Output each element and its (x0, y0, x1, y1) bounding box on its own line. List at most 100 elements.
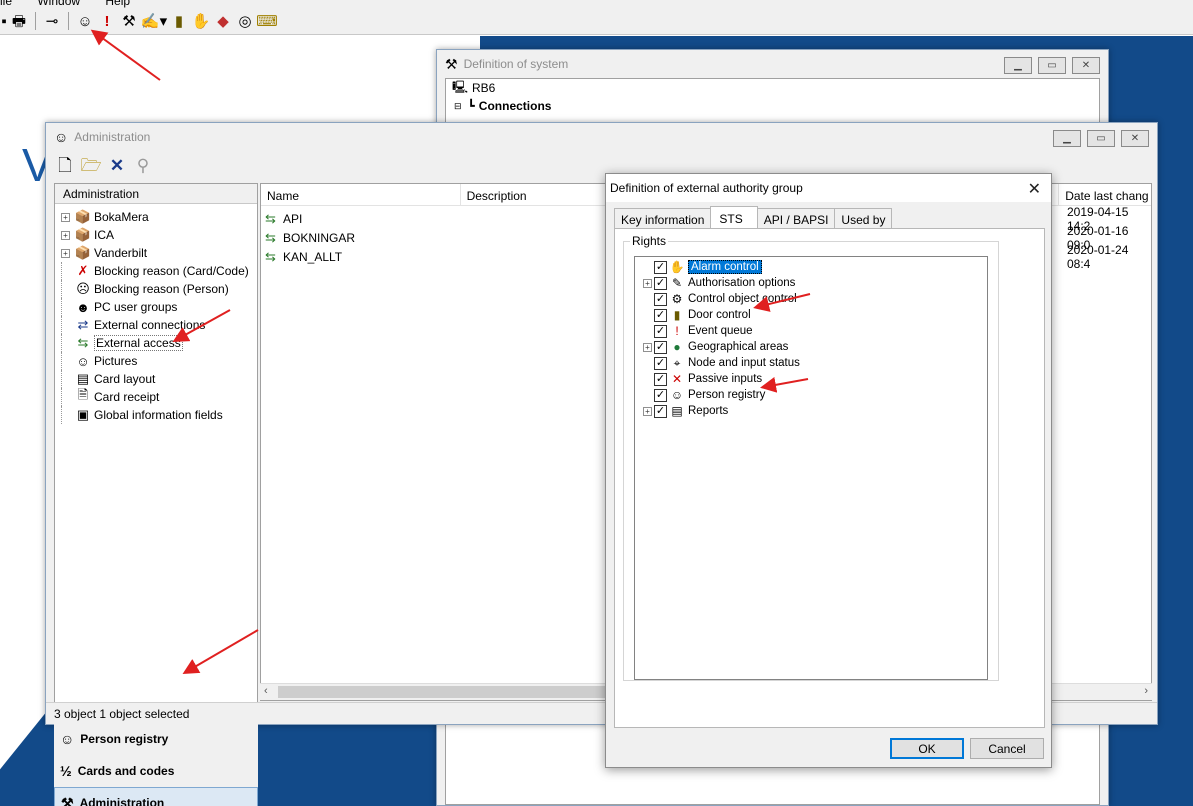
tree-line (61, 262, 70, 280)
tree-item[interactable]: + 📦 BokaMera (55, 208, 257, 226)
rights-item-label: Event queue (688, 325, 753, 337)
menu-file[interactable]: ile (0, 0, 12, 8)
person-registry-icon[interactable]: ☺ (74, 10, 96, 32)
expand-icon[interactable]: + (61, 212, 70, 222)
minimize-button[interactable]: ▁ (1053, 130, 1081, 147)
delete-icon[interactable]: ✕ (106, 154, 128, 176)
alert-icon[interactable]: ! (96, 10, 118, 32)
tree-line (61, 280, 70, 298)
main-menu-bar: ile Window Help (0, 0, 1193, 8)
tools-icon[interactable]: ⚒ (118, 10, 140, 32)
print-icon[interactable]: 🖶 (8, 10, 30, 32)
node-icon: ⌖ (673, 355, 681, 370)
rights-item[interactable]: ✓ ✕ Passive inputs (635, 371, 987, 387)
window-title-bar: ☺ Administration (46, 123, 1157, 151)
hand-icon[interactable]: ✋ (190, 10, 212, 32)
computer-icon: 🖳 (452, 79, 469, 94)
rights-item[interactable]: + ✓ ● Geographical areas (635, 339, 987, 355)
checkbox[interactable]: ✓ (654, 404, 667, 418)
expand-icon[interactable]: + (61, 248, 70, 258)
card-receipt-icon: 🗎 (77, 387, 89, 402)
cancel-button[interactable]: Cancel (970, 738, 1044, 759)
tree-item[interactable]: ☺ Pictures (55, 352, 257, 370)
object-icon[interactable]: ◆ (212, 10, 234, 32)
checkbox[interactable]: ✓ (654, 324, 667, 338)
ok-button[interactable]: OK (890, 738, 964, 759)
column-name[interactable]: Name (261, 184, 461, 206)
scrollbar-thumb[interactable] (278, 686, 608, 698)
checkbox[interactable]: ✓ (654, 292, 667, 306)
rights-item[interactable]: ✓ ▮ Door control (635, 307, 987, 323)
checkbox[interactable]: ✓ (654, 340, 667, 354)
menu-help[interactable]: Help (105, 0, 130, 8)
rights-item[interactable]: ✓ ⚙ Control object control (635, 291, 987, 307)
tree-item[interactable]: ☻ PC user groups (55, 298, 257, 316)
rights-item[interactable]: + ✓ ▤ Reports (635, 403, 987, 419)
maximize-button[interactable]: ▭ (1087, 130, 1115, 147)
close-icon[interactable]: ✕ (1028, 179, 1041, 199)
key-icon[interactable]: ⊸ (41, 10, 63, 32)
tree-item[interactable]: 🗎 Card receipt (55, 387, 257, 406)
window-caption-buttons: ▁ ▭ ✕ (1004, 57, 1100, 74)
menu-window[interactable]: Window (37, 0, 80, 8)
nav-button[interactable]: ⚒ Administration (54, 787, 258, 806)
tree-item[interactable]: ✗ Blocking reason (Card/Code) (55, 262, 257, 280)
expand-icon[interactable]: + (643, 406, 652, 416)
nav-button[interactable]: ☺ Person registry (54, 723, 258, 755)
tree-item[interactable]: ☹ Blocking reason (Person) (55, 280, 257, 298)
open-folder-icon[interactable]: 🗁 (80, 154, 102, 176)
save-icon[interactable]: ▪ (0, 10, 8, 32)
tree-item[interactable]: ⇆ External access (55, 334, 257, 352)
tree-item[interactable]: ⇄ External connections (55, 316, 257, 334)
sts-tab-page: Rights ✓ ✋ Alarm control + ✓ ✎ Authorisation o… (614, 228, 1045, 728)
globe-icon: ● (673, 340, 681, 354)
checkbox[interactable]: ✓ (654, 308, 667, 322)
cards-icon[interactable]: ✍▾ (140, 10, 168, 32)
close-button[interactable]: ✕ (1072, 57, 1100, 74)
tree-item-label: BokaMera (94, 210, 149, 224)
keyboard-icon[interactable]: ⌨ (256, 10, 278, 32)
checkbox[interactable]: ✓ (654, 356, 667, 370)
scroll-right-icon[interactable]: › (1144, 685, 1148, 697)
tree-item[interactable]: + 📦 Vanderbilt (55, 244, 257, 262)
globe-icon[interactable]: ◎ (234, 10, 256, 32)
checkbox[interactable]: ✓ (654, 372, 667, 386)
maximize-button[interactable]: ▭ (1038, 57, 1066, 74)
properties-icon[interactable]: ⚲ (132, 154, 154, 176)
checkbox[interactable]: ✓ (654, 388, 667, 402)
nav-button[interactable]: ½ Cards and codes (54, 755, 258, 787)
tree-item-label: Card layout (94, 372, 156, 386)
new-icon[interactable]: 🗋 (54, 154, 76, 176)
admin-toolbar: 🗋 🗁 ✕ ⚲ (54, 151, 154, 179)
cards-codes-icon: ½ (60, 763, 72, 779)
checkbox[interactable]: ✓ (654, 260, 667, 274)
tab-key-information[interactable]: Key information (614, 208, 712, 228)
checkbox[interactable]: ✓ (654, 276, 667, 290)
row-name: API (283, 211, 303, 226)
expand-icon[interactable]: + (643, 342, 652, 352)
close-button[interactable]: ✕ (1121, 130, 1149, 147)
tab-sts[interactable]: STS (710, 206, 758, 228)
tree-item[interactable]: ▣ Global information fields (55, 406, 257, 424)
tree-item-connections[interactable]: ⊟ ┗ Connections (446, 97, 1099, 115)
expand-icon[interactable]: + (61, 230, 70, 240)
scroll-left-icon[interactable]: ‹ (264, 685, 268, 697)
tab-api-bapsi[interactable]: API / BAPSI (756, 208, 836, 228)
external-connection-icon: ⇄ (77, 317, 89, 332)
column-date-last-changed[interactable]: Date last chang (1059, 184, 1151, 206)
tree-item-rb6[interactable]: 🖳 RB6 (446, 79, 1099, 97)
tab-used-by[interactable]: Used by (834, 208, 893, 228)
rights-item[interactable]: ✓ ☺ Person registry (635, 387, 987, 403)
nav-button-label: Administration (79, 796, 165, 806)
minimize-button[interactable]: ▁ (1004, 57, 1032, 74)
door-icon[interactable]: ▮ (168, 10, 190, 32)
rights-group: Rights ✓ ✋ Alarm control + ✓ ✎ Authorisation o… (623, 234, 999, 681)
rights-item[interactable]: ✓! Event queue (635, 323, 987, 339)
rights-item[interactable]: + ✓ ✎ Authorisation options (635, 275, 987, 291)
expand-icon[interactable]: + (643, 278, 652, 288)
tree-item[interactable]: + 📦 ICA (55, 226, 257, 244)
rights-item[interactable]: ✓ ✋ Alarm control (635, 259, 987, 275)
folder-icon: 📦 (74, 209, 92, 224)
rights-item[interactable]: ✓ ⌖ Node and input status (635, 355, 987, 371)
tree-line (61, 352, 70, 370)
